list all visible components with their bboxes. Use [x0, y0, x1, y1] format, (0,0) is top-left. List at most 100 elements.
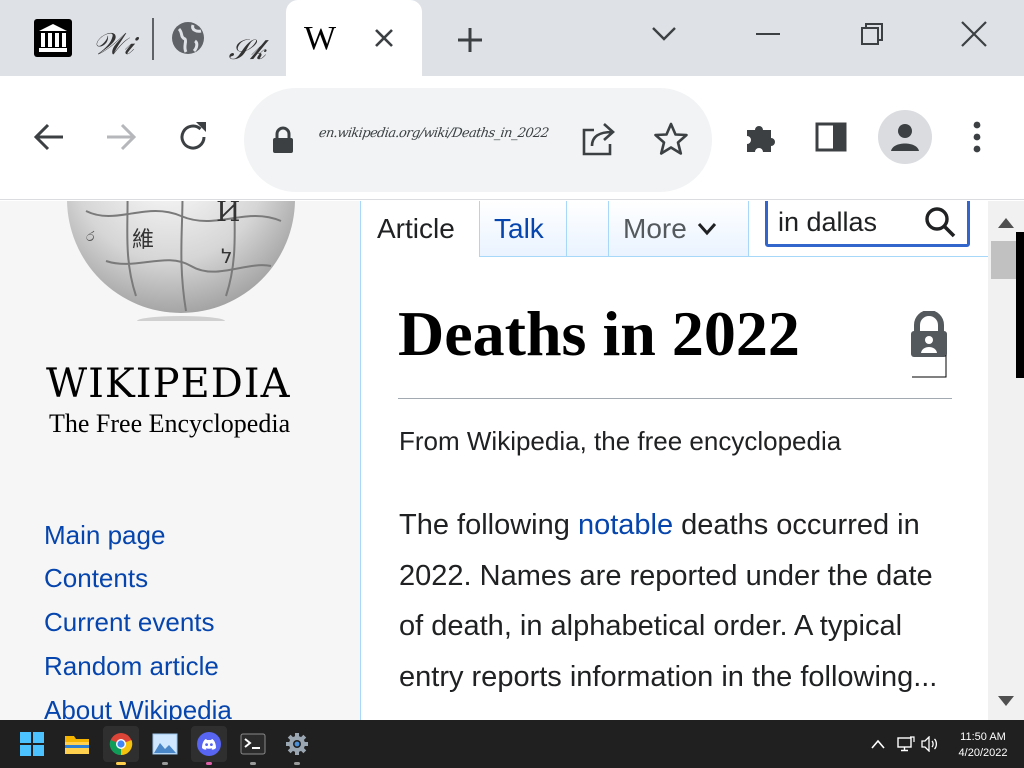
wikipedia-favicon: W	[304, 20, 337, 57]
close-icon	[961, 21, 987, 47]
active-indicator	[116, 762, 126, 765]
tab-search-button[interactable]	[644, 14, 684, 54]
lock-icon	[273, 126, 293, 153]
page-viewport: Ω И 維 ל ර ي WIKIPEDIA The Free Encyclope…	[0, 201, 988, 720]
bookmark-star-icon[interactable]	[654, 122, 688, 156]
title-divider	[398, 398, 952, 399]
taskbar-file-explorer[interactable]	[59, 726, 95, 762]
more-vert-icon	[973, 121, 981, 153]
close-tab-icon[interactable]	[374, 28, 394, 48]
url-text[interactable]: en.wikipedia.org/wiki/Deaths_in_2022	[316, 126, 556, 154]
library-icon	[34, 19, 72, 57]
notable-link[interactable]: notable	[578, 509, 673, 541]
wikipedia-wordmark[interactable]: WIKIPEDIA	[46, 361, 290, 407]
tab-baseline	[749, 256, 988, 257]
new-tab-button[interactable]	[450, 20, 490, 60]
tab-title: 𝒮𝓀	[228, 33, 266, 66]
clock-time: 11:50 AM	[960, 731, 1006, 743]
puzzle-globe-icon: Ω И 維 ל ර ي	[67, 201, 295, 321]
sidebar-item-main-page[interactable]: Main page	[44, 520, 165, 551]
search-icon	[925, 207, 956, 238]
svg-text:ර: ර	[86, 229, 95, 245]
wiki-search-input[interactable]	[778, 201, 923, 244]
lead-paragraph: The following notable deaths occurred in…	[399, 500, 959, 702]
tab-spacer	[567, 201, 609, 257]
network-icon	[897, 736, 915, 752]
tab-strip: 𝒲𝒾 𝒮𝓀 W	[0, 0, 1024, 76]
chevron-up-icon	[871, 739, 885, 749]
wiki-search-button[interactable]	[918, 202, 962, 242]
running-indicator	[162, 762, 168, 765]
chrome-icon	[109, 733, 133, 756]
running-indicator	[250, 762, 256, 765]
avatar-icon	[891, 124, 919, 151]
scroll-down-icon[interactable]	[997, 695, 1015, 707]
forward-arrow-icon	[107, 123, 137, 151]
tab-separator	[152, 18, 154, 60]
tray-volume[interactable]	[920, 734, 940, 754]
speaker-icon	[921, 736, 938, 752]
tab-handwriting-2[interactable]: 𝒮𝓀	[222, 30, 272, 70]
settings-icon	[286, 733, 308, 755]
tab-title: 𝒲𝒾	[92, 26, 134, 62]
tab-handwriting-1[interactable]: 𝒲𝒾	[86, 24, 140, 64]
share-icon[interactable]	[580, 122, 616, 156]
tab-active-wikipedia[interactable]: W	[286, 0, 422, 76]
minimize-button[interactable]	[748, 14, 788, 54]
taskbar-discord[interactable]	[191, 726, 227, 765]
svg-text:ל: ל	[221, 244, 232, 268]
lead-text-before: The following	[399, 509, 578, 541]
image-viewer-icon	[152, 733, 178, 755]
side-panel-icon	[815, 122, 847, 152]
close-window-button[interactable]	[954, 14, 994, 54]
windows-taskbar: 11:50 AM 4/20/2022	[0, 720, 1024, 768]
menu-button[interactable]	[950, 110, 1004, 164]
reload-button[interactable]	[166, 110, 220, 164]
taskbar-terminal[interactable]	[235, 726, 271, 765]
tab-article[interactable]: Article	[363, 201, 479, 257]
site-subtitle: From Wikipedia, the free encyclopedia	[399, 426, 842, 456]
tab-talk-label: Talk	[494, 212, 544, 244]
scroll-up-icon[interactable]	[997, 217, 1015, 229]
taskbar-chrome[interactable]	[103, 726, 139, 765]
sidebar-item-contents[interactable]: Contents	[44, 563, 148, 594]
tray-overflow-button[interactable]	[868, 734, 888, 754]
discord-icon	[197, 732, 221, 756]
sidebar-item-current-events[interactable]: Current events	[44, 607, 215, 638]
protection-lock-badge[interactable]	[910, 310, 948, 379]
profile-button[interactable]	[878, 110, 932, 164]
padlock-icon	[911, 310, 947, 378]
address-bar[interactable]: en.wikipedia.org/wiki/Deaths_in_2022	[244, 88, 712, 192]
tab-library[interactable]	[32, 18, 74, 58]
tray-network[interactable]	[896, 734, 916, 754]
system-clock[interactable]: 11:50 AM 4/20/2022	[948, 729, 1018, 761]
side-panel-button[interactable]	[804, 110, 858, 164]
taskbar-settings[interactable]	[279, 726, 315, 765]
taskbar-image-viewer[interactable]	[147, 726, 183, 765]
window-edge-artifact	[1016, 232, 1024, 378]
running-indicator	[206, 762, 212, 765]
browser-toolbar: en.wikipedia.org/wiki/Deaths_in_2022	[0, 76, 1024, 200]
forward-button[interactable]	[94, 110, 148, 164]
terminal-icon	[240, 733, 266, 755]
back-arrow-icon	[33, 123, 63, 151]
extensions-button[interactable]	[734, 110, 788, 164]
back-button[interactable]	[22, 110, 76, 164]
scroll-thumb[interactable]	[991, 241, 1017, 279]
start-icon	[20, 732, 44, 756]
tab-article-label: Article	[377, 213, 455, 244]
sidebar: Ω И 維 ל ර ي WIKIPEDIA The Free Encyclope…	[0, 201, 361, 720]
running-indicator	[294, 762, 300, 765]
sidebar-item-random-article[interactable]: Random article	[44, 651, 219, 682]
tab-more-menu[interactable]: More	[609, 201, 749, 257]
restore-icon	[861, 23, 883, 45]
chevron-down-icon	[652, 27, 676, 41]
wikipedia-globe-logo[interactable]: Ω И 維 ל ර ي	[66, 201, 296, 321]
sidebar-item-about-wikipedia[interactable]: About Wikipedia	[44, 695, 232, 720]
start-button[interactable]	[14, 726, 50, 762]
tab-talk[interactable]: Talk	[479, 201, 567, 257]
wiki-search-box[interactable]	[765, 201, 970, 247]
svg-text:Ω: Ω	[118, 201, 140, 206]
restore-button[interactable]	[852, 14, 892, 54]
tab-globe[interactable]	[170, 20, 206, 56]
